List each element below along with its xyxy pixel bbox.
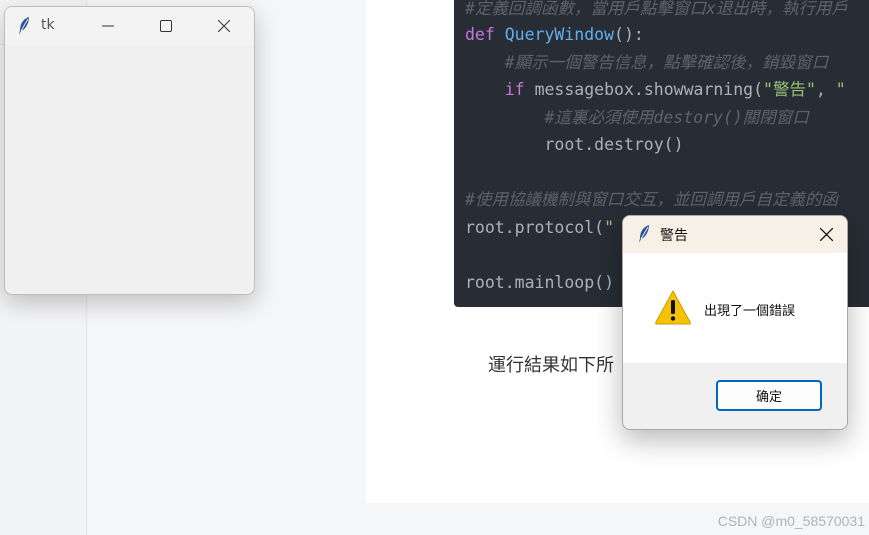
dialog-message: 出現了一個錯誤 [704, 304, 796, 319]
code-token: "警告" [763, 80, 816, 99]
dialog-title: 警告 [660, 228, 688, 244]
dialog-body: 出現了一個錯誤 [623, 253, 847, 363]
code-token: def [465, 25, 505, 44]
code-line: root.destroy() [465, 134, 684, 156]
code-line: root.mainloop() [465, 272, 614, 294]
code-line: def QueryWindow(): [465, 24, 644, 46]
close-icon [218, 20, 230, 32]
warning-dialog: 警告 出現了一個錯誤 确定 [622, 215, 848, 430]
code-token: #定義回調函數，當用戶點擊窗口x退出時，執行用戶 [465, 0, 848, 18]
code-token: #這裏必須使用destory()關閉窗口 [465, 108, 809, 127]
watermark: CSDN @m0_58570031 [717, 513, 865, 529]
code-token: root.protocol( [465, 218, 605, 237]
code-token: #使用協議機制與窗口交互，並回調用戶自定義的函 [465, 190, 838, 209]
dialog-titlebar[interactable]: 警告 [623, 216, 847, 253]
window-title: tk [41, 17, 55, 33]
dialog-close-button[interactable] [805, 216, 847, 253]
feather-icon [639, 225, 649, 243]
maximize-icon [160, 20, 172, 32]
code-token: root.mainloop() [465, 273, 615, 292]
code-line: #使用協議機制與窗口交互，並回調用戶自定義的函 [465, 189, 838, 211]
code-line: #定義回調函數，當用戶點擊窗口x退出時，執行用戶 [465, 0, 848, 20]
ok-button[interactable]: 确定 [716, 380, 822, 411]
code-line: if messagebox.showwarning("警告", " [465, 79, 846, 101]
minimize-icon [102, 25, 114, 27]
code-token: messagebox.showwarning( [534, 80, 764, 99]
result-paragraph: 運行結果如下所 [488, 355, 614, 376]
code-token: if [504, 80, 535, 99]
feather-icon [19, 17, 29, 35]
code-token: " [604, 218, 615, 237]
maximize-button[interactable] [143, 7, 189, 45]
code-token: (): [614, 25, 644, 44]
code-line: #這裏必須使用destory()關閉窗口 [465, 107, 809, 129]
tk-window: tk [4, 6, 255, 295]
code-token: #顯示一個警告信息，點擊確認後，銷毀窗口 [465, 53, 829, 72]
tk-titlebar[interactable]: tk [5, 7, 254, 45]
close-icon [819, 228, 833, 241]
code-token: " [835, 80, 846, 99]
close-button[interactable] [201, 7, 247, 45]
code-token: , [815, 80, 836, 99]
minimize-button[interactable] [85, 7, 131, 45]
code-line: #顯示一個警告信息，點擊確認後，銷毀窗口 [465, 52, 828, 74]
code-token: root.destroy() [465, 135, 684, 154]
code-token: QueryWindow [504, 25, 615, 44]
warning-icon [655, 289, 691, 325]
